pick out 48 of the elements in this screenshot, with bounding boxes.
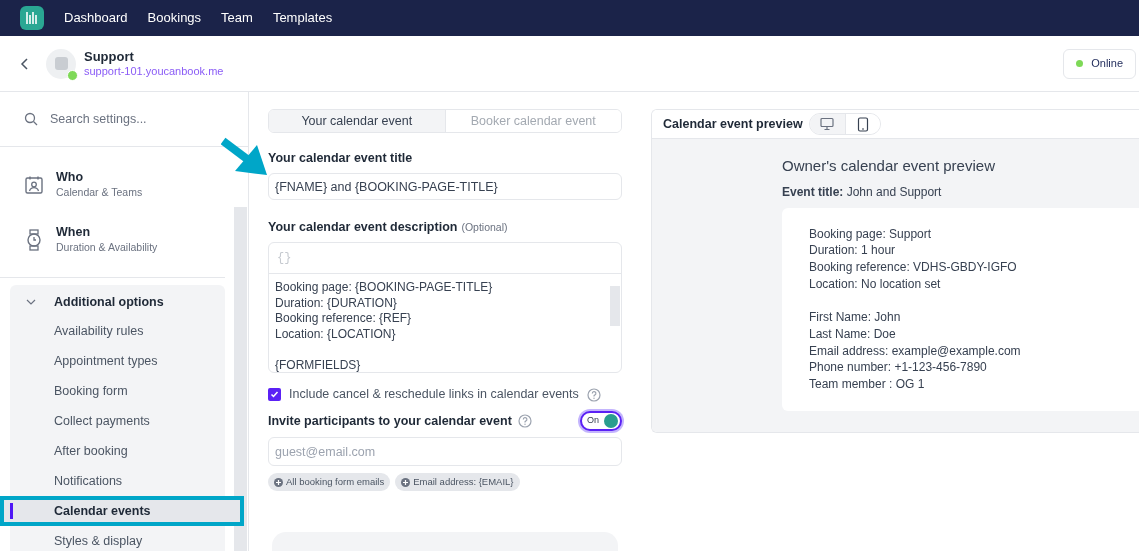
settings-section[interactable]: When Duration & Availability [0,212,225,267]
page-url-link[interactable]: support-101.youcanbook.me [84,64,224,79]
panel-title: Calendar event preview [663,115,803,133]
section-title: When [56,225,92,241]
sidebar-item[interactable]: After booking [10,436,225,466]
settings-section[interactable]: Who Calendar & Teams [0,157,225,212]
sidebar-item[interactable]: Styles & display [10,526,225,551]
checkbox-label: Include cancel & reschedule links in calendar events [289,386,579,404]
description-text: Booking page: {BOOKING-PAGE-TITLE} Duration: {DURATION} Booking reference: {REF} Location: {LOCATION} {FORMFIELDS} [274,279,494,373]
optional-hint: (Optional) [461,220,508,236]
description-editor[interactable]: {} Booking page: {BOOKING-PAGE-TITLE} Duration: {DURATION} Booking reference: {REF} Location: {LOCATION} {FORMFIELDS} [268,242,622,374]
description-line: Phone number: +1-123-456-7890 [809,359,988,377]
field-label: Invite participants to your calendar event [268,412,512,430]
sidebar-item[interactable]: Appointment types [10,346,225,376]
section-subtitle: Calendar & Teams [56,185,143,199]
description-line: Duration: 1 hour [809,242,897,259]
page-title: Support [84,48,135,65]
variable-chip[interactable]: Email address: {EMAIL} [395,473,520,492]
online-status-button[interactable]: Online [1063,48,1136,79]
variable-chip[interactable]: All booking form emails [268,473,391,492]
event-title-text: Event title: John and Support [782,183,943,201]
search-field[interactable]: Search settings... [50,109,200,129]
field-label: Your calendar event title [268,150,414,168]
nav-link[interactable]: Bookings [147,8,202,28]
field-label: Your calendar event description [268,219,458,237]
section-subtitle: Duration & Availability [56,240,158,254]
description-line: Booking reference: VDHS-GBDY-IGFO [809,258,1018,276]
sidebar-item[interactable]: Booking form [10,376,225,406]
nav-link[interactable]: Dashboard [64,8,128,28]
preview-heading: Owner's calendar event preview [782,156,996,176]
toggle-switch[interactable]: On [580,411,622,432]
sidebar-item[interactable]: Notifications [10,466,225,496]
sidebar-item[interactable]: Collect payments [10,406,225,436]
title-input-field[interactable]: {FNAME} and {BOOKING-PAGE-TITLE} [268,173,622,201]
description-line: Team member : OG 1 [809,376,926,393]
description-line: Location: No location set [809,275,942,293]
group-header[interactable]: Additional options [10,288,225,316]
sidebar-item[interactable]: Availability rules [10,316,225,346]
section-title: Who [56,170,85,186]
description-line: Booking page: Support [809,225,933,243]
tab[interactable]: Your calendar event [269,110,445,133]
description-line: Email address: example@example.com [809,342,1022,360]
sidebar-item[interactable]: Calendar events [0,496,244,526]
description-line: Last Name: Doe [809,326,897,343]
nav-link[interactable]: Templates [272,8,333,28]
nav-link[interactable]: Team [221,8,253,28]
guest-email-field[interactable]: guest@email.com [268,437,622,467]
description-line: First Name: John [809,309,902,326]
